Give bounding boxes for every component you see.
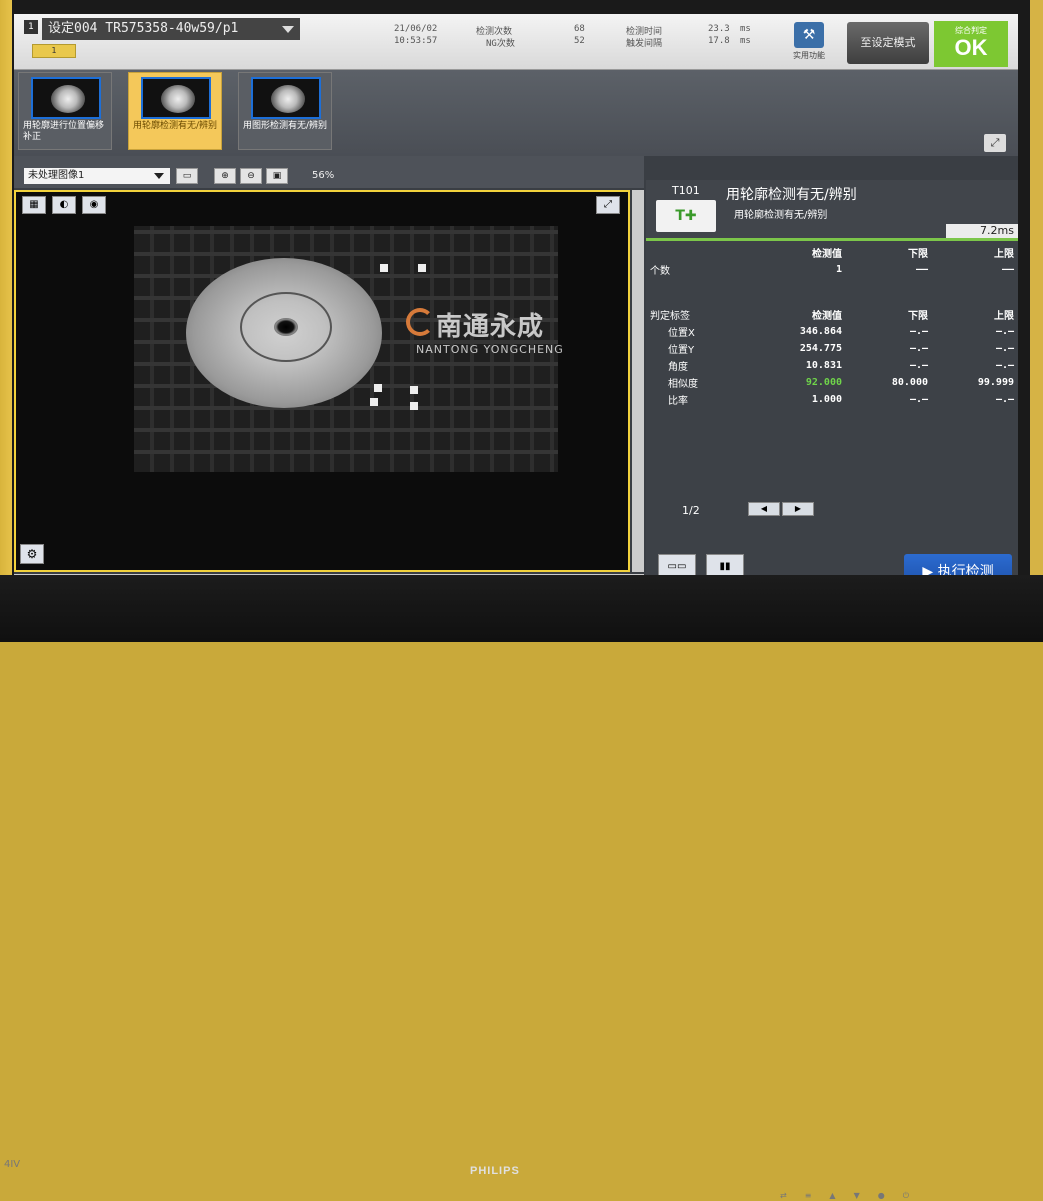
image-toolbar: 未处理图像1 ▭ ⊕ ⊖ ▣ 56%	[14, 156, 644, 188]
table-header-row: 判定标签 检测值 下限 上限	[650, 311, 1014, 322]
flow-strip: 用轮廓进行位置偏移补正 用轮廓检测有无/辨别 用图形检测有无/辨别 ⤢	[14, 70, 1018, 156]
table-header-row: 检测值 下限 上限	[812, 249, 1014, 260]
unit-thumbnail	[31, 77, 101, 119]
scene-select[interactable]: 设定004 TR575358-40w59/p1	[42, 18, 300, 40]
unit-title: 用轮廓检测有无/辨别	[726, 187, 857, 203]
table-row: 个数 1 —— ——	[650, 264, 1014, 277]
list-view-icon[interactable]: ▭▭	[658, 554, 696, 576]
unit-thumbnail	[141, 77, 211, 119]
overlay-icon[interactable]: ◉	[82, 196, 106, 214]
unit-subtitle: 用轮廓检测有无/辨别	[734, 210, 828, 221]
fullscreen-icon[interactable]: ⤢	[596, 196, 620, 214]
watermark: 南通永成 NANTONG YONGCHENG	[406, 306, 564, 356]
measure-time-unit: ms	[740, 24, 751, 34]
menu-icon[interactable]: ≡	[805, 1191, 812, 1201]
chevron-down-icon	[154, 173, 164, 179]
next-page-button[interactable]: ▶	[782, 502, 814, 516]
unit-label: 用轮廓检测有无/辨别	[133, 121, 218, 131]
monitor-bezel: 4IV PHILIPS ⇄ ≡ ▲ ▼ ● ⏻	[0, 575, 1043, 1200]
fit-icon[interactable]: ▣	[266, 168, 288, 184]
execute-inspection-button[interactable]: ▶ 执行检测	[904, 554, 1012, 576]
table-row: 位置X 346.864 —.— —.—	[668, 326, 1014, 339]
date: 21/06/02	[394, 24, 438, 34]
image-mode-icon[interactable]: ▦	[22, 196, 46, 214]
image-pane[interactable]: ▦ ◐ ◉ ⤢ ⚙	[14, 190, 630, 572]
scene-name: 设定004 TR575358-40w59/p1	[48, 21, 239, 36]
prev-page-button[interactable]: ◀	[748, 502, 780, 516]
unit-thumbnail	[251, 77, 321, 119]
result-header: T101 T✚ 用轮廓检测有无/辨别 用轮廓检测有无/辨别 7.2ms	[646, 180, 1018, 238]
page-indicator: 1/2	[682, 504, 700, 517]
trigger-interval: 17.8	[708, 36, 730, 46]
flow-unit-shape-detect[interactable]: 用图形检测有无/辨别	[238, 72, 332, 150]
table-row: 相似度 92.000 80.000 99.999	[668, 377, 1014, 390]
gear-icon[interactable]: ⚙	[20, 544, 44, 564]
contrast-icon[interactable]: ◐	[52, 196, 76, 214]
overall-value: OK	[954, 35, 988, 60]
zoom-level: 56%	[312, 170, 335, 181]
unit-id: T101	[672, 184, 700, 197]
tools-icon: ⚒	[794, 22, 824, 48]
watermark-zh: 南通永成	[436, 312, 545, 342]
tools-button[interactable]: ⚒ 实用功能	[784, 22, 834, 66]
overall-label: 综合判定	[955, 26, 987, 35]
trigger-interval-unit: ms	[740, 36, 751, 46]
table-row: 比率 1.000 —.— —.—	[668, 394, 1014, 407]
chevron-down-icon	[282, 26, 294, 33]
result-panel: T101 T✚ 用轮廓检测有无/辨别 用轮廓检测有无/辨别 7.2ms 检测值 …	[646, 180, 1018, 576]
tools-label: 实用功能	[793, 51, 825, 60]
flow-unit-contour-detect[interactable]: 用轮廓检测有无/辨别	[128, 72, 222, 150]
down-icon[interactable]: ▼	[854, 1191, 860, 1201]
expand-icon[interactable]: ⤢	[984, 134, 1006, 152]
vertical-scrollbar[interactable]	[632, 190, 644, 572]
measure-count: 68	[574, 24, 585, 34]
power-icon[interactable]: ⏻	[903, 1191, 909, 1201]
monitor-model: 4IV	[4, 1159, 21, 1170]
unit-label: 用图形检测有无/辨别	[243, 121, 328, 131]
layout-icon[interactable]: ▭	[176, 168, 198, 184]
ng-count-label: NG次数	[486, 39, 515, 49]
image-select[interactable]: 未处理图像1	[24, 168, 170, 184]
trigger-interval-label: 触发间隔	[626, 39, 663, 49]
up-icon[interactable]: ▲	[829, 1191, 835, 1201]
time: 10:53:57	[394, 36, 438, 46]
watermark-en: NANTONG YONGCHENG	[416, 343, 564, 356]
ng-count: 52	[574, 36, 585, 46]
judge-table: 判定标签 检测值 下限 上限 位置X 346.864 —.— —.— 位置Y 254.7…	[646, 306, 1018, 408]
scene-number: 1	[24, 20, 38, 34]
overall-judgement: 综合判定 OK	[934, 21, 1008, 67]
scene-tab[interactable]: 1	[32, 44, 76, 58]
ok-indicator-line	[646, 238, 1018, 241]
setup-mode-button[interactable]: 至设定模式	[847, 22, 929, 64]
watermark-logo	[406, 308, 434, 336]
chart-view-icon[interactable]: ▮▮	[706, 554, 744, 576]
ok-icon[interactable]: ●	[878, 1191, 885, 1201]
monitor-brand: PHILIPS	[470, 1165, 520, 1177]
monitor-controls: ⇄ ≡ ▲ ▼ ● ⏻	[780, 1191, 909, 1201]
table-row: 位置Y 254.775 —.— —.—	[668, 343, 1014, 356]
top-bar: 1 设定004 TR575358-40w59/p1 1 21/06/02 10:…	[14, 14, 1018, 70]
table-row: 角度 10.831 —.— —.—	[668, 360, 1014, 373]
zoom-in-icon[interactable]: ⊕	[214, 168, 236, 184]
unit-type-icon: T✚	[656, 200, 716, 232]
count-table: 检测值 下限 上限 个数 1 —— ——	[646, 244, 1018, 278]
flow-unit-position-compensation[interactable]: 用轮廓进行位置偏移补正	[18, 72, 112, 150]
processing-time: 7.2ms	[946, 224, 1018, 238]
inspection-screen: 1 设定004 TR575358-40w59/p1 1 21/06/02 10:…	[14, 14, 1018, 576]
unit-label: 用轮廓进行位置偏移补正	[23, 121, 105, 142]
input-icon[interactable]: ⇄	[780, 1191, 787, 1201]
measure-time: 23.3	[708, 24, 730, 34]
zoom-out-icon[interactable]: ⊖	[240, 168, 262, 184]
